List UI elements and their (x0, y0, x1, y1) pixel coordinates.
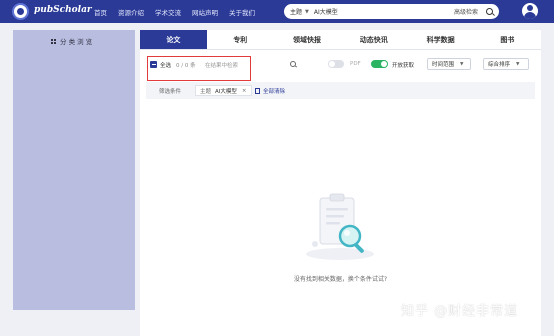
nav-academic-exchange[interactable]: 学术交流 (155, 7, 181, 17)
resource-tabs: 论文 专利 领域快报 动态快讯 科学数据 图书 (140, 30, 541, 50)
trash-icon (255, 88, 260, 94)
sidebar-title[interactable]: 分 类 浏 览 (51, 36, 92, 46)
tab-news[interactable]: 动态快讯 (340, 30, 408, 49)
clear-all-button[interactable]: 全部清除 (255, 87, 285, 95)
pdf-toggle-label: PDF (350, 61, 361, 67)
tab-scientific-data[interactable]: 科学数据 (407, 30, 474, 49)
select-all-label[interactable]: 全选 (160, 61, 171, 69)
sort-dropdown[interactable]: 综合排序 ▼ (483, 58, 529, 70)
main-nav: 首页 资源介绍 学术交流 网站声明 关于我们 (94, 7, 266, 17)
grid-icon (51, 38, 56, 44)
tab-books[interactable]: 图书 (473, 30, 541, 49)
time-range-dropdown[interactable]: 时间范围 ▼ (427, 58, 471, 70)
watermark-text: 知乎 @财经非常道 (401, 304, 519, 319)
advanced-search-link[interactable]: 高级检索 (454, 7, 478, 16)
results-panel: 论文 专利 领域快报 动态快讯 科学数据 图书 全选 0 / 0 条 在结果中检… (140, 30, 541, 336)
global-search-box[interactable]: 主题 ▼ AI大模型 高级检索 (284, 4, 499, 19)
top-navbar: pubScholar 首页 资源介绍 学术交流 网站声明 关于我们 主题 ▼ A… (0, 0, 554, 23)
filter-conditions-bar: 筛选条件 主题 AI大模型 × 全部清除 (146, 82, 535, 99)
empty-state-illustration (306, 193, 374, 260)
search-icon[interactable] (290, 61, 296, 67)
tab-papers[interactable]: 论文 (140, 30, 207, 49)
sort-label: 综合排序 (488, 62, 511, 68)
filter-label: 筛选条件 (159, 89, 182, 95)
logo-text[interactable]: pubScholar (34, 5, 92, 15)
filter-chip[interactable]: 主题 AI大模型 × (195, 85, 252, 96)
caret-down-icon[interactable]: ▼ (305, 9, 309, 15)
empty-state-message: 没有找到相关数据，换个条件试试? (293, 276, 388, 283)
sidebar-title-label: 分 类 浏 览 (60, 38, 93, 46)
selected-count: 0 / 0 条 (176, 63, 196, 69)
pdf-toggle[interactable] (328, 60, 344, 68)
nav-home[interactable]: 首页 (94, 7, 107, 17)
search-within-results-input[interactable]: 在结果中检索 (205, 61, 238, 69)
chevron-down-icon: ▼ (516, 61, 520, 67)
chevron-down-icon: ▼ (460, 61, 464, 67)
category-sidebar: 分 类 浏 览 (13, 30, 135, 310)
nav-about[interactable]: 关于我们 (229, 7, 255, 17)
open-access-label: 开放获取 (392, 63, 415, 69)
tab-patents[interactable]: 专利 (206, 30, 274, 49)
logo-emblem[interactable] (12, 3, 29, 20)
select-all-checkbox[interactable] (150, 61, 157, 68)
time-range-label: 时间范围 (432, 62, 455, 68)
tab-field-bulletins[interactable]: 领域快报 (273, 30, 341, 49)
search-field-select[interactable]: 主题 (290, 7, 302, 16)
search-input[interactable]: AI大模型 (314, 7, 454, 16)
filter-chip-field: 主题 (200, 88, 212, 95)
filter-chip-value: AI大模型 (215, 88, 237, 95)
nav-statement[interactable]: 网站声明 (192, 7, 218, 17)
clear-all-label: 全部清除 (263, 89, 286, 95)
user-avatar-icon[interactable] (522, 3, 538, 19)
open-access-toggle[interactable] (371, 60, 388, 68)
close-icon[interactable]: × (242, 88, 247, 94)
results-toolbar: 全选 0 / 0 条 在结果中检索 PDF 开放获取 时间范围 ▼ 综合排序 ▼ (146, 56, 535, 81)
nav-resources[interactable]: 资源介绍 (118, 7, 144, 17)
search-icon[interactable] (486, 8, 493, 15)
